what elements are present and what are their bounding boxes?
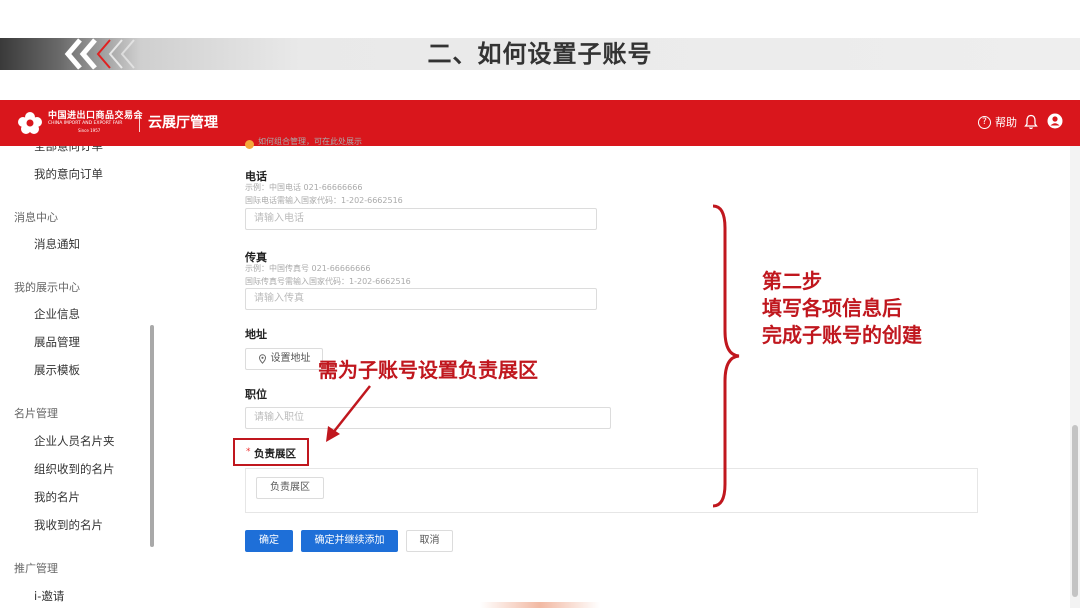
sidebar-group-promotion: 推广管理 [14, 562, 58, 575]
sidebar-item-company-info[interactable]: 企业信息 [34, 306, 80, 322]
fax-hint: 示例：中国传真号 021-66666666 [245, 264, 371, 273]
area-panel [245, 468, 978, 513]
sidebar-group-messages: 消息中心 [14, 211, 58, 224]
callout-text: 需为子账号设置负责展区 [318, 358, 538, 382]
set-address-label: 设置地址 [270, 353, 311, 364]
phone-input[interactable]: 请输入电话 [245, 208, 597, 230]
sidebar: 全部意向订单 我的意向订单 消息中心 消息通知 我的展示中心 企业信息 展品管理… [0, 146, 155, 608]
bottom-decoration [480, 602, 600, 608]
help-link[interactable]: ? 帮助 [978, 114, 1017, 130]
info-icon [245, 140, 254, 149]
address-label: 地址 [245, 328, 267, 341]
position-label: 职位 [245, 388, 267, 401]
step-note: 第二步 填写各项信息后 完成子账号的创建 [762, 268, 922, 349]
location-icon [258, 354, 266, 364]
position-input[interactable]: 请输入职位 [245, 407, 611, 429]
brace-icon [712, 204, 740, 508]
fax-hint-intl: 国际传真号需输入国家代码：1-202-6662516 [245, 277, 411, 286]
form-tip: 如何组合管理，可在此处展示 [258, 137, 362, 146]
sidebar-group-display: 我的展示中心 [14, 281, 80, 294]
arrow-icon [326, 385, 371, 442]
cancel-button[interactable]: 取消 [406, 530, 453, 552]
slide-title: 二、如何设置子账号 [427, 40, 653, 68]
help-label: 帮助 [995, 116, 1017, 129]
app-header: 中国进出口商品交易会 CHINA IMPORT AND EXPORT FAIR … [0, 100, 1080, 146]
sidebar-group-cards: 名片管理 [14, 407, 58, 420]
step-title: 第二步 [762, 269, 822, 293]
logo-icon[interactable] [16, 110, 44, 136]
sidebar-item-invite[interactable]: i-邀请 [34, 588, 64, 604]
phone-hint-intl: 国际电话需输入国家代码：1-202-6662516 [245, 196, 403, 205]
phone-hint: 示例：中国电话 021-66666666 [245, 183, 363, 192]
sidebar-item-received-cards[interactable]: 我收到的名片 [34, 517, 103, 533]
sidebar-item-staff-cards[interactable]: 企业人员名片夹 [34, 433, 115, 449]
main-scrollbar-thumb[interactable] [1072, 425, 1078, 597]
logo-text: 中国进出口商品交易会 [48, 111, 144, 121]
header-divider [139, 114, 140, 132]
sidebar-item-all-orders[interactable]: 全部意向订单 [34, 146, 103, 154]
sidebar-scrollbar[interactable] [150, 325, 154, 547]
sidebar-item-org-received[interactable]: 组织收到的名片 [34, 461, 115, 477]
confirm-button[interactable]: 确定 [245, 530, 293, 552]
required-mark: * [246, 447, 251, 457]
area-label: 负责展区 [254, 448, 296, 460]
fax-input[interactable]: 请输入传真 [245, 288, 597, 310]
sidebar-item-my-card[interactable]: 我的名片 [34, 489, 80, 505]
set-address-button[interactable]: 设置地址 [245, 348, 323, 370]
step-line: 完成子账号的创建 [762, 323, 922, 347]
sidebar-item-my-orders[interactable]: 我的意向订单 [34, 166, 103, 182]
sidebar-item-templates[interactable]: 展示模板 [34, 362, 80, 378]
confirm-continue-button[interactable]: 确定并继续添加 [301, 530, 398, 552]
app-title: 云展厅管理 [148, 115, 218, 131]
select-area-button[interactable]: 负责展区 [256, 477, 324, 499]
sidebar-item-exhibits[interactable]: 展品管理 [34, 334, 80, 350]
help-icon: ? [978, 115, 991, 129]
user-icon[interactable] [1047, 113, 1063, 129]
logo-subtext: CHINA IMPORT AND EXPORT FAIR [48, 121, 123, 126]
logo-since: Since 1957 [78, 128, 101, 133]
sidebar-item-notifications[interactable]: 消息通知 [34, 236, 80, 252]
bell-icon[interactable] [1024, 114, 1038, 130]
step-line: 填写各项信息后 [762, 296, 902, 320]
